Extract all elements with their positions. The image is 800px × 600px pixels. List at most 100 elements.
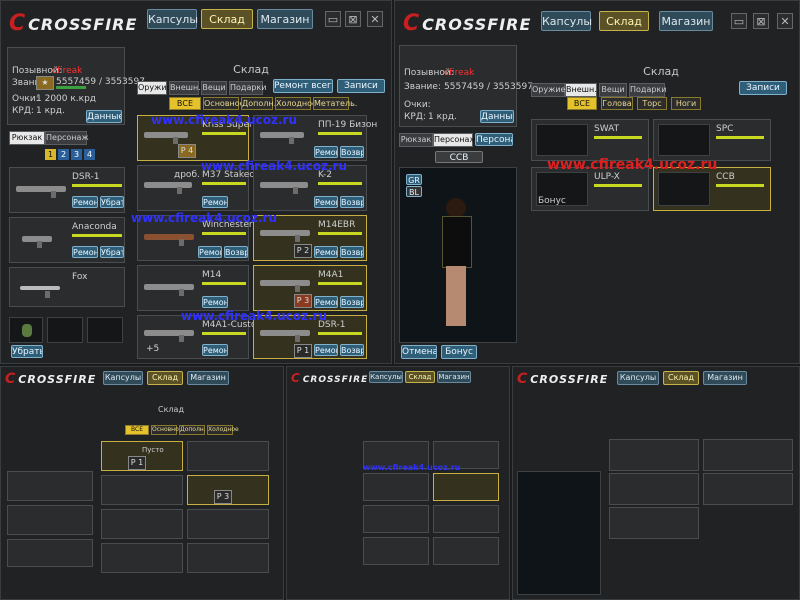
backpack-item[interactable]: DSR-1 Ремонт Убрать [9, 167, 125, 213]
nav-capsules-button[interactable]: Капсулы [147, 9, 198, 29]
filter-all[interactable]: ВСЕ [125, 425, 149, 435]
character-button[interactable]: Персонаж [475, 133, 513, 146]
grenade-slot[interactable] [9, 317, 43, 343]
filter-all[interactable]: ВСЕ [567, 97, 597, 110]
weapon-card[interactable] [101, 509, 183, 539]
filter-melee[interactable]: Холодное [207, 425, 239, 435]
repair-button[interactable]: Ремонт [314, 146, 338, 158]
repair-all-button[interactable]: Ремонт всего [273, 79, 333, 93]
character-card[interactable]: SWAT [531, 119, 649, 161]
repair-button[interactable]: Ремонт [202, 196, 228, 208]
repair-button[interactable]: Ремонт [314, 296, 338, 308]
remove-button[interactable]: Убрать [11, 345, 43, 358]
nav-capsules-button[interactable]: Капсулы [369, 371, 403, 383]
repair-button[interactable]: Ремонт [72, 246, 98, 258]
return-button[interactable]: Возврат [340, 296, 364, 308]
repair-button[interactable]: Ремонт [314, 196, 338, 208]
tab-items[interactable]: Вещи [201, 81, 227, 95]
close-icon[interactable]: ✕ [367, 11, 383, 27]
return-button[interactable]: Возврат [340, 344, 364, 356]
weapon-card[interactable] [101, 543, 183, 573]
empty-slot[interactable] [47, 317, 83, 343]
slot-4[interactable]: 4 [84, 149, 95, 160]
weapon-card[interactable] [433, 537, 499, 565]
repair-button[interactable]: Ремонт [72, 196, 98, 208]
weapon-card[interactable] [187, 509, 269, 539]
tab-weapons[interactable]: Оружие [531, 83, 565, 97]
nav-warehouse-button[interactable]: Склад [147, 371, 183, 385]
weapon-card[interactable]: M14 Ремонт [137, 265, 249, 311]
backpack-item[interactable] [7, 539, 93, 567]
nav-shop-button[interactable]: Магазин [437, 371, 471, 383]
backpack-item[interactable]: Fox [9, 267, 125, 307]
nav-shop-button[interactable]: Магазин [257, 9, 313, 29]
nav-capsules-button[interactable]: Капсулы [617, 371, 659, 385]
return-button[interactable]: Возврат [340, 146, 364, 158]
nav-shop-button[interactable]: Магазин [659, 11, 713, 31]
weapon-card[interactable] [363, 537, 429, 565]
data-button[interactable]: Данные [86, 110, 122, 123]
repair-button[interactable]: Ремонт [314, 246, 338, 258]
slot-3[interactable]: 3 [71, 149, 82, 160]
side-icon[interactable]: GR [406, 174, 422, 185]
remove-button[interactable]: Убрать [100, 246, 124, 258]
repair-button[interactable]: Ремонт [202, 344, 228, 356]
filter-melee[interactable]: Холодное [275, 97, 317, 110]
data-button[interactable]: Данные [480, 110, 514, 123]
tab-character[interactable]: Персонаж [45, 131, 89, 145]
item-card[interactable] [609, 473, 699, 505]
nav-warehouse-button[interactable]: Склад [201, 9, 253, 29]
weapon-card[interactable] [363, 473, 429, 501]
tab-appearance[interactable]: Внешн. [565, 83, 597, 97]
filter-secondary[interactable]: Дополн. [179, 425, 206, 435]
weapon-card[interactable]: P 3 [187, 475, 269, 505]
weapon-card[interactable] [187, 543, 269, 573]
weapon-card[interactable] [101, 475, 183, 505]
tab-items[interactable]: Вещи [599, 83, 627, 97]
return-button[interactable]: Возврат [340, 246, 364, 258]
minimize-icon[interactable]: ▭ [731, 13, 747, 29]
tab-character[interactable]: Персонаж [433, 133, 477, 147]
minimize-icon[interactable]: ▭ [325, 11, 341, 27]
character-card[interactable]: ССВ [653, 167, 771, 211]
tab-gifts[interactable]: Подарки [229, 81, 266, 95]
remove-button[interactable]: Убрать [100, 196, 124, 208]
filter-torso[interactable]: Торс [637, 97, 667, 110]
filter-legs[interactable]: Ноги [671, 97, 701, 110]
item-card[interactable] [703, 439, 793, 471]
filter-throwing[interactable]: Метатель. [313, 97, 357, 110]
empty-slot[interactable] [87, 317, 123, 343]
slot-2[interactable]: 2 [58, 149, 69, 160]
tab-weapons[interactable]: Оружие [137, 81, 171, 95]
nav-warehouse-button[interactable]: Склад [663, 371, 699, 385]
item-card[interactable] [609, 507, 699, 539]
tab-backpack[interactable]: Рюкзак [9, 131, 45, 145]
nav-warehouse-button[interactable]: Склад [599, 11, 649, 31]
char-dropdown[interactable]: ССВ [435, 151, 483, 163]
repair-button[interactable]: Ремонт [198, 246, 222, 258]
return-button[interactable]: Возврат [340, 196, 364, 208]
weapon-card[interactable] [187, 441, 269, 471]
records-button[interactable]: Записи [337, 79, 385, 93]
repair-button[interactable]: Ремонт [314, 344, 338, 356]
fullscreen-icon[interactable]: ⊠ [345, 11, 361, 27]
filter-primary[interactable]: Основное [203, 97, 245, 110]
side-icon[interactable]: BL [406, 186, 422, 197]
return-button[interactable]: Возврат [224, 246, 248, 258]
backpack-item[interactable] [7, 505, 93, 535]
nav-shop-button[interactable]: Магазин [703, 371, 747, 385]
weapon-card[interactable]: Пусто P 1 [101, 441, 183, 471]
backpack-item[interactable] [7, 471, 93, 501]
weapon-card[interactable] [433, 473, 499, 501]
filter-secondary[interactable]: Дополн. [241, 97, 276, 110]
close-icon[interactable]: ✕ [777, 13, 793, 29]
records-button[interactable]: Записи [739, 81, 787, 95]
nav-warehouse-button[interactable]: Склад [405, 371, 435, 383]
character-card[interactable]: ULP-X Бонус [531, 167, 649, 211]
item-card[interactable] [609, 439, 699, 471]
repair-button[interactable]: Ремонт [202, 296, 228, 308]
tab-appearance[interactable]: Внешн. [169, 81, 201, 95]
slot-1[interactable]: 1 [45, 149, 56, 160]
filter-primary[interactable]: Основное [151, 425, 182, 435]
fullscreen-icon[interactable]: ⊠ [753, 13, 769, 29]
